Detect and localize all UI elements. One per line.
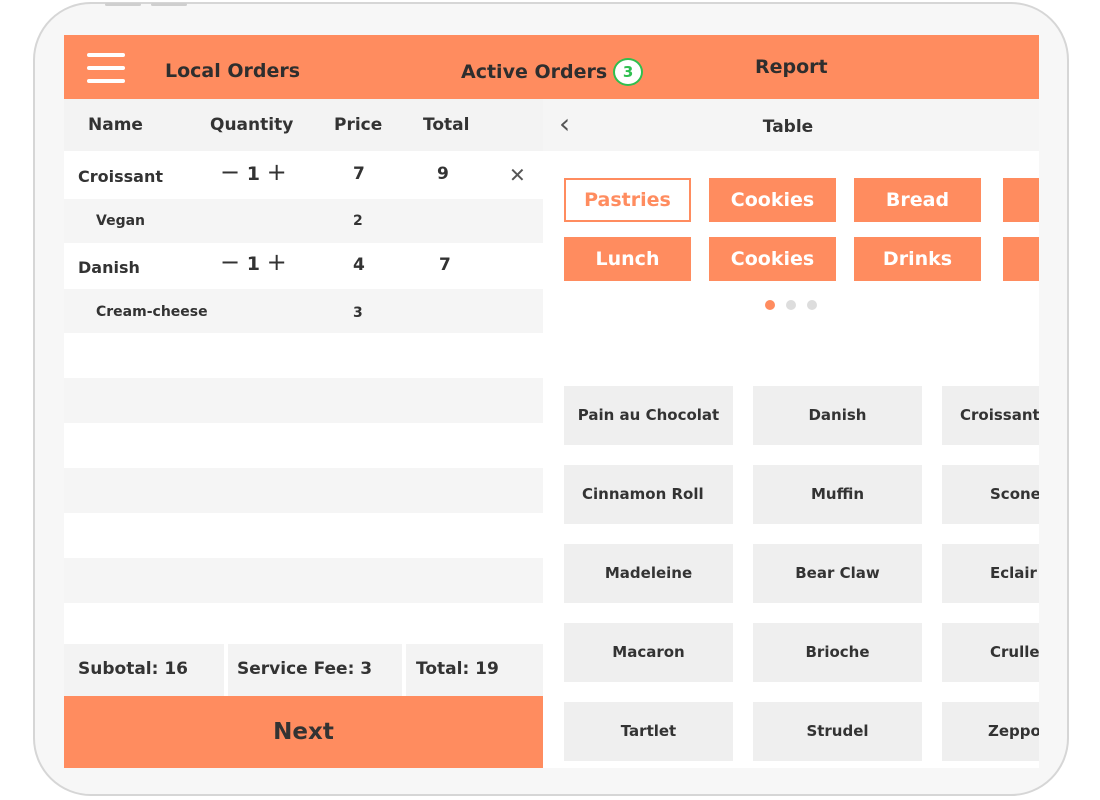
order-addon-row: Cream-cheese 3: [64, 289, 543, 333]
increase-quantity-button[interactable]: +: [267, 160, 287, 184]
order-addon-row: Vegan 2: [64, 199, 543, 243]
increase-quantity-button[interactable]: +: [267, 250, 287, 274]
pager-dot-active[interactable]: [765, 300, 775, 310]
menu-title: Table: [762, 117, 814, 137]
order-total-label: Total: 19: [406, 644, 543, 696]
product-tile[interactable]: Pain au Chocolat: [564, 386, 733, 445]
hamburger-menu-icon[interactable]: [87, 53, 125, 83]
product-tile[interactable]: Madeleine: [564, 544, 733, 603]
order-table-header: Name Quantity Price Total: [64, 99, 543, 151]
remove-item-close-icon[interactable]: ✕: [509, 163, 526, 187]
empty-order-row: [64, 513, 543, 558]
order-totals: Subotal: 16 Service Fee: 3 Total: 19: [64, 644, 543, 696]
category-cookies-2[interactable]: Cookies: [709, 237, 836, 281]
category-overflow[interactable]: [1003, 178, 1039, 222]
order-item-name: Croissant: [78, 167, 163, 186]
order-item-row: Croissant − 1 + 7 9 ✕: [64, 151, 543, 199]
addon-name: Vegan: [96, 213, 145, 229]
service-fee-label: Service Fee: 3: [228, 644, 402, 696]
product-tile[interactable]: Brioche: [753, 623, 922, 682]
order-item-total: 7: [439, 255, 451, 275]
empty-order-row: [64, 333, 543, 378]
pager-dot[interactable]: [786, 300, 796, 310]
product-tile[interactable]: Croissant: [942, 386, 1039, 445]
order-item-total: 9: [437, 164, 449, 184]
decrease-quantity-button[interactable]: −: [220, 160, 240, 184]
quantity-value: 1: [246, 163, 260, 185]
next-button[interactable]: Next: [64, 696, 543, 768]
nav-active-orders-label: Active Orders: [461, 61, 608, 83]
product-tile[interactable]: Zeppole: [942, 702, 1039, 761]
menu-header: ‹ Table: [543, 99, 1039, 151]
order-item-price: 4: [353, 255, 365, 275]
nav-active-orders[interactable]: Active Orders 3: [461, 58, 644, 86]
category-pastries[interactable]: Pastries: [564, 178, 691, 222]
active-orders-count-badge: 3: [613, 58, 644, 86]
tablet-volume-button: [105, 3, 141, 6]
category-overflow[interactable]: [1003, 237, 1039, 281]
quantity-stepper: − 1 +: [220, 160, 287, 185]
quantity-value: 1: [246, 253, 260, 275]
product-tile[interactable]: Macaron: [564, 623, 733, 682]
tablet-power-button: [151, 3, 187, 6]
subtotal-label: Subotal: 16: [64, 644, 224, 696]
category-cookies[interactable]: Cookies: [709, 178, 836, 222]
product-tile[interactable]: Danish: [753, 386, 922, 445]
product-tile[interactable]: Muffin: [753, 465, 922, 524]
product-tile[interactable]: Bear Claw: [753, 544, 922, 603]
top-nav-bar: Local Orders Active Orders 3 Report: [64, 35, 1039, 99]
addon-price: 3: [353, 305, 363, 321]
quantity-stepper: − 1 +: [220, 250, 287, 275]
addon-name: Cream-cheese: [96, 304, 208, 320]
order-item-name: Danish: [78, 258, 140, 277]
nav-local-orders[interactable]: Local Orders: [165, 60, 300, 82]
empty-order-row: [64, 558, 543, 603]
category-bread[interactable]: Bread: [854, 178, 981, 222]
category-drinks[interactable]: Drinks: [854, 237, 981, 281]
product-tile[interactable]: Cruller: [942, 623, 1039, 682]
empty-order-row: [64, 378, 543, 423]
category-lunch[interactable]: Lunch: [564, 237, 691, 281]
empty-order-row: [64, 603, 543, 644]
product-tile[interactable]: Cinnamon Roll: [564, 465, 733, 524]
app-screen: Local Orders Active Orders 3 Report Name …: [64, 35, 1039, 768]
empty-order-row: [64, 468, 543, 513]
column-header-total: Total: [423, 115, 470, 135]
menu-panel: ‹ Table Pastries Cookies Bread Lunch Coo…: [543, 99, 1039, 768]
decrease-quantity-button[interactable]: −: [220, 250, 240, 274]
column-header-price: Price: [334, 115, 383, 135]
order-item-price: 7: [353, 164, 365, 184]
product-tile[interactable]: Strudel: [753, 702, 922, 761]
addon-price: 2: [353, 213, 363, 229]
product-tile[interactable]: Tartlet: [564, 702, 733, 761]
nav-report[interactable]: Report: [755, 56, 828, 78]
product-tile[interactable]: Scone: [942, 465, 1039, 524]
empty-order-row: [64, 423, 543, 468]
pager-dot[interactable]: [807, 300, 817, 310]
product-tile[interactable]: Eclair: [942, 544, 1039, 603]
order-item-row: Danish − 1 + 4 7: [64, 243, 543, 289]
column-header-name: Name: [88, 115, 143, 135]
order-panel: Name Quantity Price Total Croissant − 1 …: [64, 99, 543, 768]
column-header-quantity: Quantity: [210, 115, 294, 135]
